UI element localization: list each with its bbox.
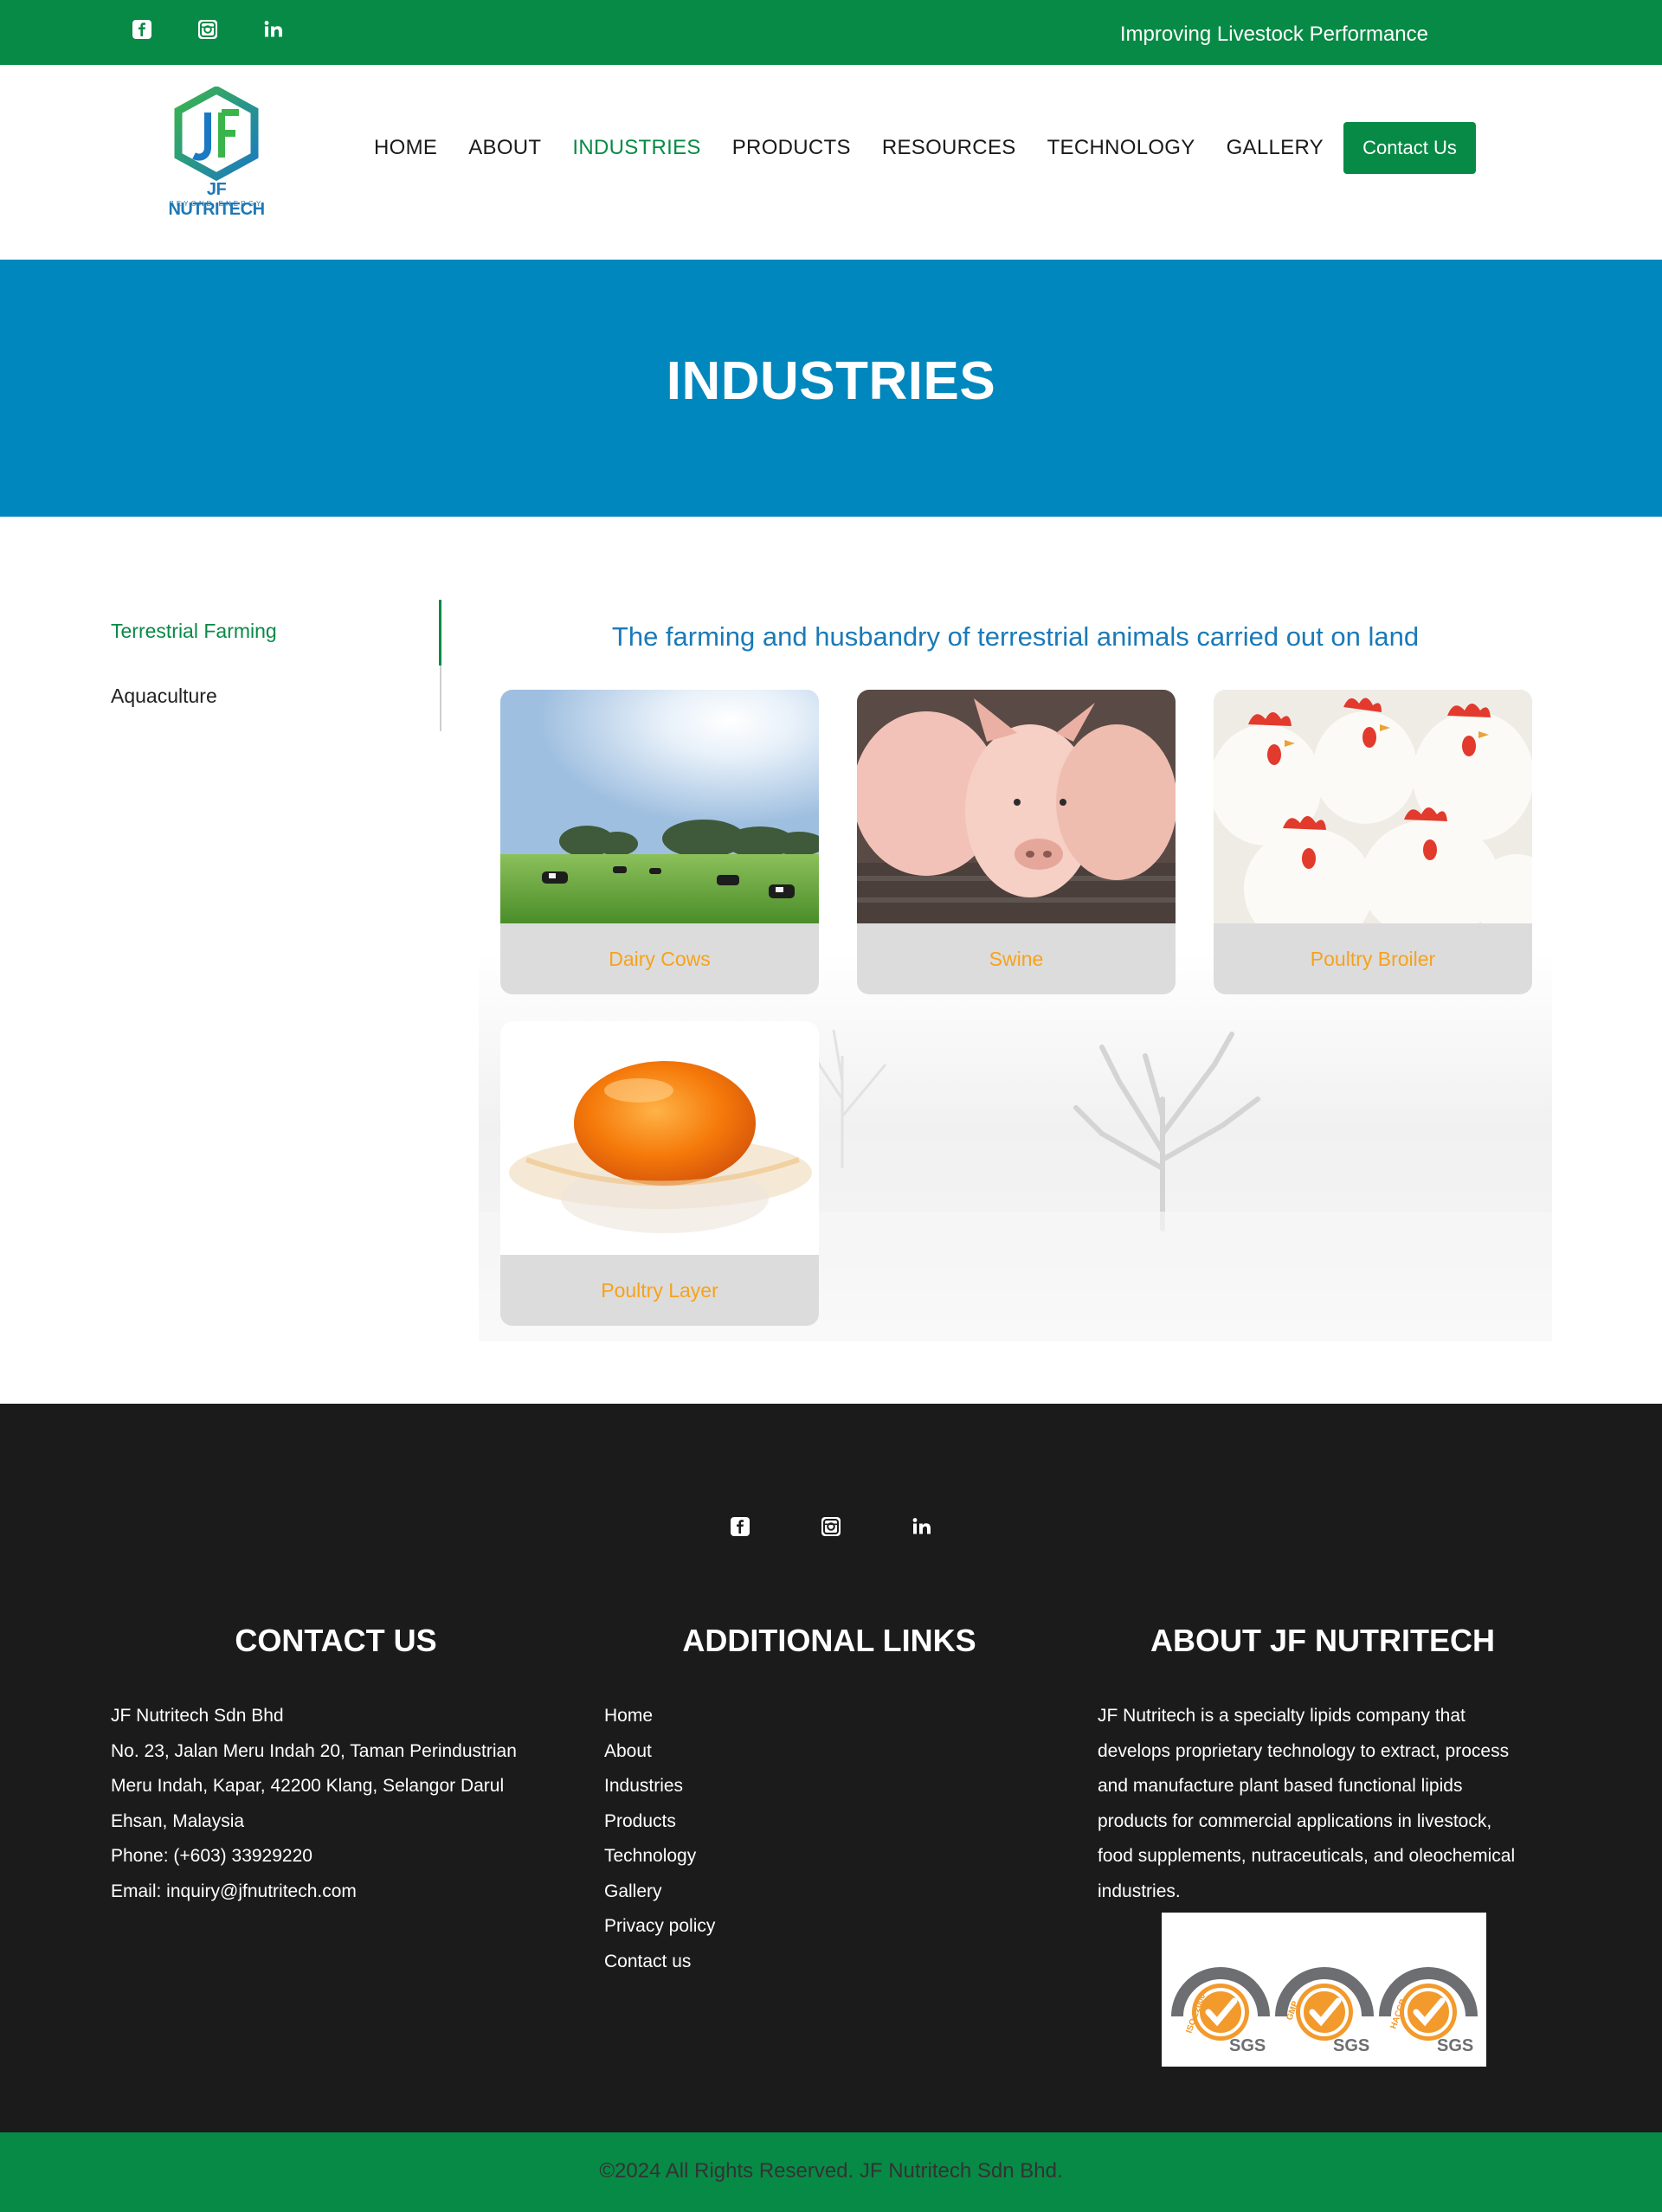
svg-text:SGS: SGS [1333, 2036, 1369, 2055]
nav-technology[interactable]: TECHNOLOGY [1047, 136, 1195, 160]
about-line: products for commercial applications in … [1098, 1810, 1492, 1831]
phone: Phone: (+603) 33929220 [111, 1846, 312, 1866]
industry-card-swine[interactable]: Swine [857, 690, 1176, 994]
footer-links-column: ADDITIONAL LINKS Home About Industries P… [604, 1623, 1054, 1979]
industry-sidebar: Terrestrial Farming Aquaculture [111, 600, 441, 731]
site-header: JF NUTRITECH BEYOND ENERGY HOME ABOUT IN… [0, 65, 1662, 260]
facebook-icon[interactable] [132, 19, 152, 40]
footer-link-about[interactable]: About [604, 1741, 652, 1761]
instagram-icon[interactable] [821, 1516, 841, 1537]
copyright-text: ©2024 All Rights Reserved. JF Nutritech … [599, 2159, 1063, 2183]
pigs-photo [857, 690, 1176, 923]
about-line: and manufacture plant based functional l… [1098, 1776, 1463, 1796]
svg-text:SGS: SGS [1437, 2036, 1473, 2055]
address-line: No. 23, Jalan Meru Indah 20, Taman Perin… [111, 1740, 517, 1761]
industry-card-poultry-broiler[interactable]: Poultry Broiler [1214, 690, 1532, 994]
about-line: JF Nutritech is a specialty lipids compa… [1098, 1706, 1466, 1726]
footer-link-technology[interactable]: Technology [604, 1846, 696, 1866]
linkedin-icon[interactable] [912, 1516, 932, 1537]
certification-badges: SYSTEM CERTIFICATION ISO 22000 SGS SYSTE… [1162, 1913, 1486, 2067]
footer-about-text: JF Nutritech is a specialty lipids compa… [1098, 1699, 1548, 1909]
sidebar-item-terrestrial-farming[interactable]: Terrestrial Farming [111, 620, 277, 643]
gmp-badge-icon: SYSTEM CERTIFICATION GMP SGS [1275, 1950, 1374, 2055]
svg-text:SYSTEM CERTIFICATION: SYSTEM CERTIFICATION [1283, 1950, 1367, 1958]
svg-text:SGS: SGS [1229, 2036, 1266, 2055]
facebook-icon[interactable] [730, 1516, 750, 1537]
cows-in-field-photo [500, 690, 819, 923]
instagram-icon[interactable] [197, 19, 218, 40]
linkedin-icon[interactable] [263, 19, 284, 40]
email: Email: inquiry@jfnutritech.com [111, 1881, 357, 1901]
tagline: Improving Livestock Performance [1119, 23, 1428, 46]
nav-industries[interactable]: INDUSTRIES [572, 136, 700, 160]
nav-about[interactable]: ABOUT [468, 136, 541, 160]
logo[interactable]: JF NUTRITECH BEYOND ENERGY [164, 85, 268, 219]
section-subtitle: The farming and husbandry of terrestrial… [611, 621, 1420, 652]
address-line: Meru Indah, Kapar, 42200 Klang, Selangor… [111, 1776, 505, 1796]
card-label: Poultry Broiler [1310, 947, 1436, 970]
nav-resources[interactable]: RESOURCES [882, 136, 1016, 160]
contact-us-button[interactable]: Contact Us [1343, 122, 1476, 174]
footer-about-title: ABOUT JF NUTRITECH [1150, 1623, 1495, 1658]
main-nav: HOME ABOUT INDUSTRIES PRODUCTS RESOURCES… [374, 136, 1355, 160]
footer-link-products[interactable]: Products [604, 1811, 676, 1831]
card-label: Dairy Cows [609, 947, 711, 970]
footer-link-home[interactable]: Home [604, 1706, 653, 1726]
footer-link-industries[interactable]: Industries [604, 1776, 683, 1796]
about-line: food supplements, nutraceuticals, and ol… [1098, 1846, 1516, 1866]
company-name: JF Nutritech Sdn Bhd [111, 1706, 284, 1726]
top-bar: Improving Livestock Performance [0, 0, 1662, 65]
nav-gallery[interactable]: GALLERY [1227, 136, 1324, 160]
card-label: Poultry Layer [601, 1278, 718, 1302]
haccp-badge-icon: SYSTEM CERTIFICATION HACCP SGS [1379, 1950, 1478, 2055]
page-title: INDUSTRIES [666, 351, 996, 411]
footer-link-gallery[interactable]: Gallery [604, 1881, 662, 1901]
footer-about-column: ABOUT JF NUTRITECH JF Nutritech is a spe… [1098, 1623, 1548, 1909]
card-label: Swine [989, 947, 1044, 970]
top-social-links [132, 19, 284, 40]
footer-link-privacy-policy[interactable]: Privacy policy [604, 1916, 715, 1936]
industry-card-dairy-cows[interactable]: Dairy Cows [500, 690, 819, 994]
logo-subtext: BEYOND ENERGY [169, 200, 264, 208]
page-banner: INDUSTRIES [0, 260, 1662, 517]
footer-social-links [730, 1516, 932, 1537]
copyright-bar: ©2024 All Rights Reserved. JF Nutritech … [0, 2132, 1662, 2212]
footer-contact-column: CONTACT US JF Nutritech Sdn Bhd No. 23, … [111, 1623, 561, 1909]
sidebar-item-aquaculture[interactable]: Aquaculture [111, 685, 217, 708]
svg-text:SYSTEM CERTIFICATION: SYSTEM CERTIFICATION [1179, 1950, 1263, 1958]
about-line: develops proprietary technology to extra… [1098, 1740, 1510, 1761]
sidebar-active-indicator [439, 600, 441, 666]
about-line: industries. [1098, 1881, 1181, 1901]
footer-contact-details: JF Nutritech Sdn Bhd No. 23, Jalan Meru … [111, 1699, 561, 1909]
footer-link-contact-us[interactable]: Contact us [604, 1952, 691, 1971]
nav-products[interactable]: PRODUCTS [732, 136, 851, 160]
footer-links-title: ADDITIONAL LINKS [682, 1623, 976, 1658]
logo-hexagon-icon [174, 85, 259, 182]
footer-contact-title: CONTACT US [235, 1623, 437, 1658]
iso-22000-badge-icon: SYSTEM CERTIFICATION ISO 22000 SGS [1171, 1950, 1270, 2055]
address-line: Ehsan, Malaysia [111, 1810, 245, 1831]
industry-card-poultry-layer[interactable]: Poultry Layer [500, 1021, 819, 1326]
svg-text:SYSTEM CERTIFICATION: SYSTEM CERTIFICATION [1387, 1950, 1471, 1958]
footer-links-list: Home About Industries Products Technolog… [604, 1699, 1054, 1979]
nav-home[interactable]: HOME [374, 136, 437, 160]
chickens-photo [1214, 690, 1532, 923]
egg-yolk-photo [500, 1021, 819, 1255]
